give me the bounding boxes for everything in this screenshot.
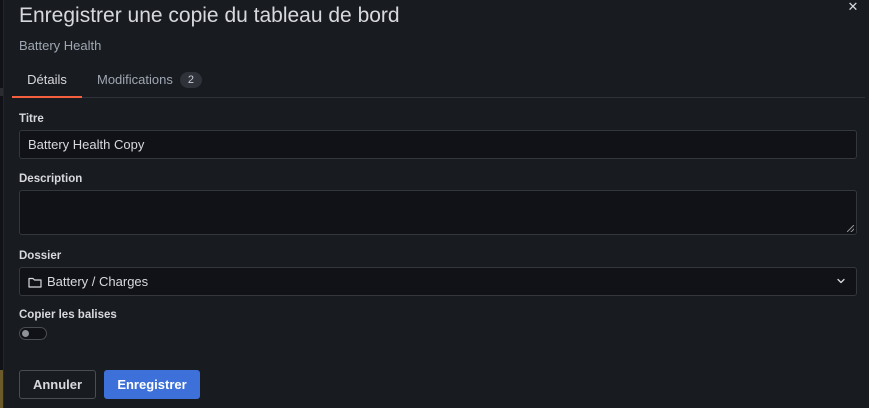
dialog-subtitle: Battery Health bbox=[19, 38, 102, 53]
dialog-tabs: Détails Modifications 2 bbox=[12, 62, 865, 98]
copy-tags-label: Copier les balises bbox=[19, 309, 117, 321]
description-label: Description bbox=[19, 173, 83, 185]
copy-tags-toggle[interactable] bbox=[19, 327, 47, 340]
chevron-down-icon bbox=[836, 276, 846, 286]
resize-handle-icon[interactable] bbox=[847, 225, 854, 232]
folder-select[interactable]: Battery / Charges bbox=[19, 267, 857, 296]
modifications-count-badge: 2 bbox=[179, 71, 202, 88]
tab-modifications-label: Modifications bbox=[97, 72, 173, 87]
tab-details-label: Détails bbox=[27, 72, 67, 87]
toggle-knob bbox=[22, 330, 29, 337]
title-input-value: Battery Health Copy bbox=[28, 137, 145, 152]
dialog-title: Enregistrer une copie du tableau de bord bbox=[19, 4, 400, 27]
close-icon[interactable]: ✕ bbox=[845, 0, 861, 15]
title-label: Titre bbox=[19, 113, 44, 125]
save-copy-dialog: Enregistrer une copie du tableau de bord… bbox=[3, 0, 869, 408]
title-input[interactable]: Battery Health Copy bbox=[19, 130, 857, 159]
description-textarea[interactable] bbox=[19, 190, 857, 235]
tab-details[interactable]: Détails bbox=[12, 62, 82, 98]
save-button[interactable]: Enregistrer bbox=[104, 370, 200, 399]
folder-label: Dossier bbox=[19, 250, 62, 262]
tab-modifications[interactable]: Modifications 2 bbox=[97, 62, 202, 97]
cancel-button[interactable]: Annuler bbox=[19, 370, 96, 399]
folder-icon bbox=[28, 276, 42, 288]
folder-select-value: Battery / Charges bbox=[47, 274, 149, 289]
